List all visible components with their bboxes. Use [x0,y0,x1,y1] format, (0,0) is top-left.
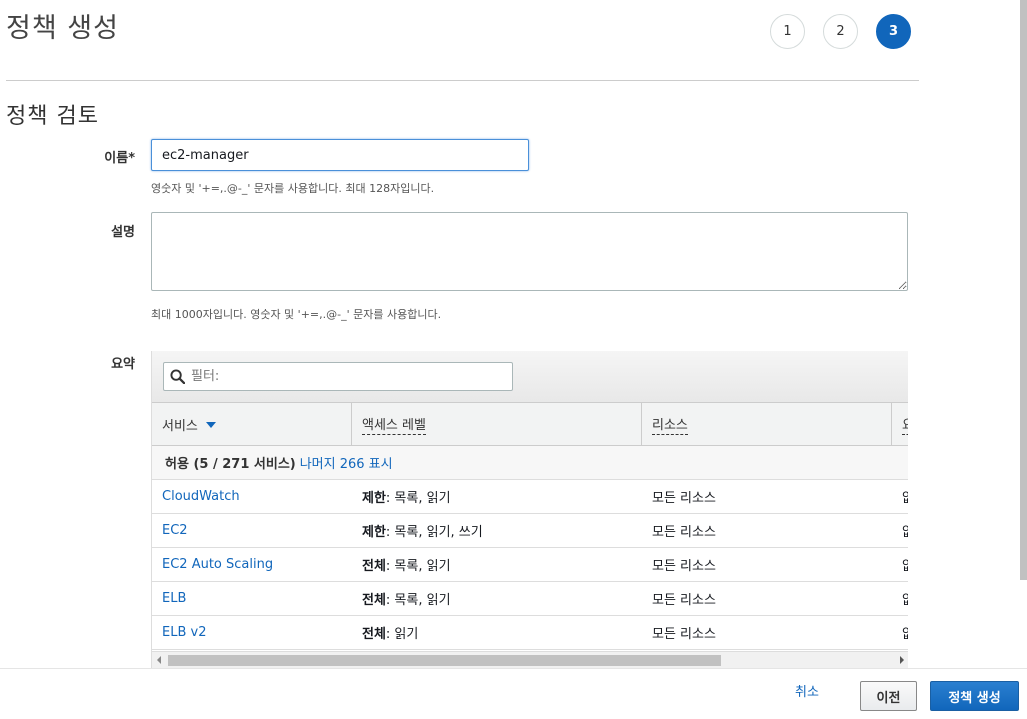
header-divider [6,80,919,81]
condition-cell: 없 [892,589,908,608]
access-level-cell: 제한: 목록, 읽기, 쓰기 [352,521,642,540]
summary-table: 서비스 액세스 레벨 리소스 요 허용 (5 / 271 서비스) 나머지 26… [151,351,908,668]
previous-button[interactable]: 이전 [860,681,917,711]
table-row: ELB전체: 목록, 읽기모든 리소스없 [152,582,908,616]
resource-cell: 모든 리소스 [652,525,716,540]
condition-cell: 없 [892,487,908,506]
description-label: 설명 [111,225,135,240]
description-hint: 최대 1000자입니다. 영숫자 및 '+=,.@-_' 문자를 사용합니다. [151,308,442,321]
allow-group-row: 허용 (5 / 271 서비스) 나머지 266 표시 [152,446,908,480]
table-body: CloudWatch제한: 목록, 읽기모든 리소스없EC2제한: 목록, 읽기… [152,480,908,650]
access-level-bold: 제한 [362,525,386,540]
resource-cell: 모든 리소스 [652,627,716,642]
vertical-scrollbar[interactable] [1020,0,1027,580]
access-level-cell: 전체: 읽기 [352,623,642,642]
access-level-detail: : 목록, 읽기 [385,559,451,574]
condition-cell: 없 [892,521,908,540]
table-header: 서비스 액세스 레벨 리소스 요 [152,403,908,446]
step-1[interactable]: 1 [770,14,805,49]
group-prefix: 허용 (5 / 271 서비스) [165,457,296,472]
service-link[interactable]: ELB v2 [152,625,352,640]
condition-cell: 없 [892,623,908,642]
column-service[interactable]: 서비스 [152,403,352,446]
create-policy-button[interactable]: 정책 생성 [930,681,1019,711]
access-level-bold: 전체 [362,593,386,608]
access-level-detail: : 목록, 읽기 [385,593,451,608]
access-level-bold: 전체 [362,627,386,642]
step-3[interactable]: 3 [876,14,911,49]
filter-box[interactable] [163,362,513,391]
column-conditions-label: 요 [902,414,908,435]
horizontal-scrollbar[interactable] [152,651,908,668]
table-row: EC2 Auto Scaling전체: 목록, 읽기모든 리소스없 [152,548,908,582]
scroll-right-icon[interactable] [900,656,904,664]
show-remaining-link[interactable]: 나머지 266 표시 [300,453,393,472]
step-2[interactable]: 2 [823,14,858,49]
policy-name-input[interactable] [151,139,529,171]
page-title: 정책 생성 [6,13,119,44]
name-label: 이름* [104,151,135,166]
service-link[interactable]: ELB [152,591,352,606]
condition-cell: 없 [892,555,908,574]
resource-cell: 모든 리소스 [652,491,716,506]
access-level-cell: 전체: 목록, 읽기 [352,589,642,608]
sort-down-icon [205,421,216,428]
filter-input[interactable] [191,369,491,384]
column-access-level-label: 액세스 레벨 [362,414,426,435]
resource-cell: 모든 리소스 [652,559,716,574]
access-level-cell: 전체: 목록, 읽기 [352,555,642,574]
table-row: EC2제한: 목록, 읽기, 쓰기모든 리소스없 [152,514,908,548]
description-textarea[interactable] [151,212,908,291]
column-resource[interactable]: 리소스 [642,403,892,446]
service-link[interactable]: CloudWatch [152,489,352,504]
cancel-button[interactable]: 취소 [795,681,819,700]
summary-label: 요약 [111,357,135,372]
access-level-bold: 제한 [362,491,386,506]
wizard-steps: 1 2 3 [770,14,911,49]
name-hint: 영숫자 및 '+=,.@-_' 문자를 사용합니다. 최대 128자입니다. [151,182,435,195]
scroll-left-icon[interactable] [157,656,161,664]
access-level-detail: : 읽기 [385,627,419,642]
table-row: ELB v2전체: 읽기모든 리소스없 [152,616,908,650]
access-level-cell: 제한: 목록, 읽기 [352,487,642,506]
section-title: 정책 검토 [6,104,99,129]
service-link[interactable]: EC2 [152,523,352,538]
access-level-detail: : 목록, 읽기, 쓰기 [385,525,483,540]
resource-cell: 모든 리소스 [652,593,716,608]
column-service-label: 서비스 [162,419,198,434]
column-resource-label: 리소스 [652,414,688,435]
access-level-bold: 전체 [362,559,386,574]
column-conditions[interactable]: 요 [892,403,908,446]
table-row: CloudWatch제한: 목록, 읽기모든 리소스없 [152,480,908,514]
access-level-detail: : 목록, 읽기 [385,491,451,506]
service-link[interactable]: EC2 Auto Scaling [152,557,352,572]
search-icon [170,369,185,384]
scrollbar-thumb[interactable] [168,655,721,666]
column-access-level[interactable]: 액세스 레벨 [352,403,642,446]
summary-toolbar [152,351,908,403]
